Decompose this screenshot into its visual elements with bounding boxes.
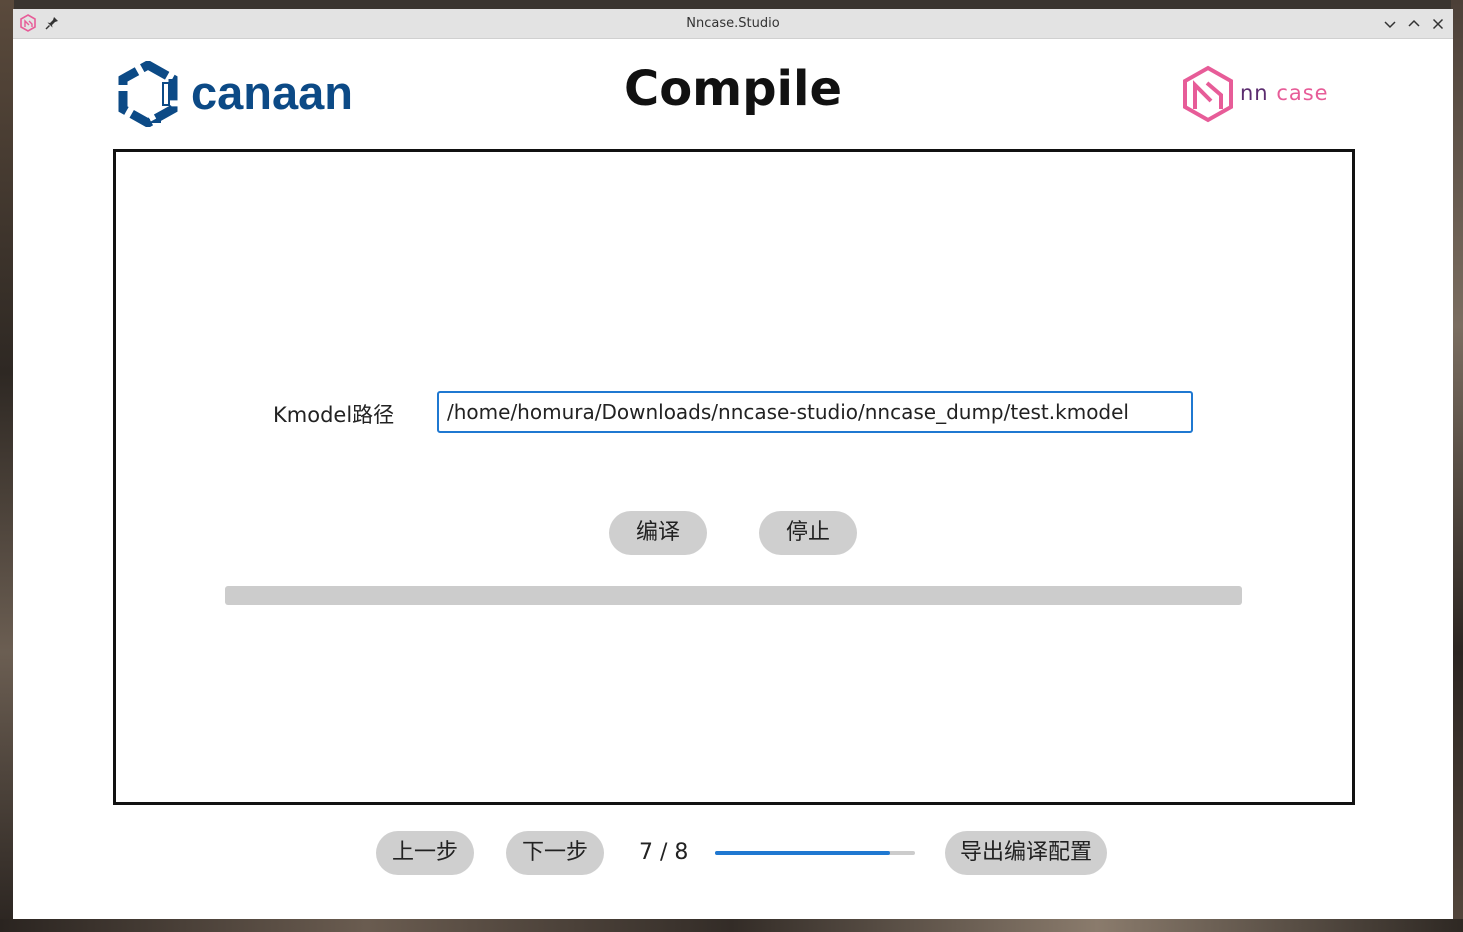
export-config-button[interactable]: 导出编译配置 — [945, 831, 1107, 875]
compile-button[interactable]: 编译 — [609, 511, 707, 555]
kmodel-path-label: Kmodel路径 — [273, 403, 395, 427]
desktop-background-left — [0, 0, 14, 932]
window-title: Nncase.Studio — [686, 16, 780, 31]
nncase-hexagon-icon — [1183, 65, 1233, 123]
next-step-button[interactable]: 下一步 — [506, 831, 604, 875]
nncase-logo: nn case — [1181, 65, 1351, 125]
compile-panel — [113, 149, 1355, 805]
chevron-up-icon[interactable] — [1404, 14, 1424, 34]
desktop-background-bottom — [0, 919, 1463, 932]
step-progress-bar — [715, 851, 915, 855]
stop-button[interactable]: 停止 — [759, 511, 857, 555]
compile-progress-bar — [225, 586, 1242, 605]
prev-step-button[interactable]: 上一步 — [376, 831, 474, 875]
nncase-wordmark: nn case — [1240, 81, 1329, 105]
title-bar[interactable]: Nncase.Studio — [13, 9, 1453, 39]
app-window: Nncase.Studio canaan Compile nn case Kmo — [13, 9, 1453, 919]
kmodel-path-input[interactable] — [437, 391, 1193, 433]
close-icon[interactable] — [1428, 14, 1448, 34]
chevron-down-icon[interactable] — [1380, 14, 1400, 34]
step-indicator: 7 / 8 — [639, 840, 689, 865]
step-progress-fill — [715, 851, 890, 855]
